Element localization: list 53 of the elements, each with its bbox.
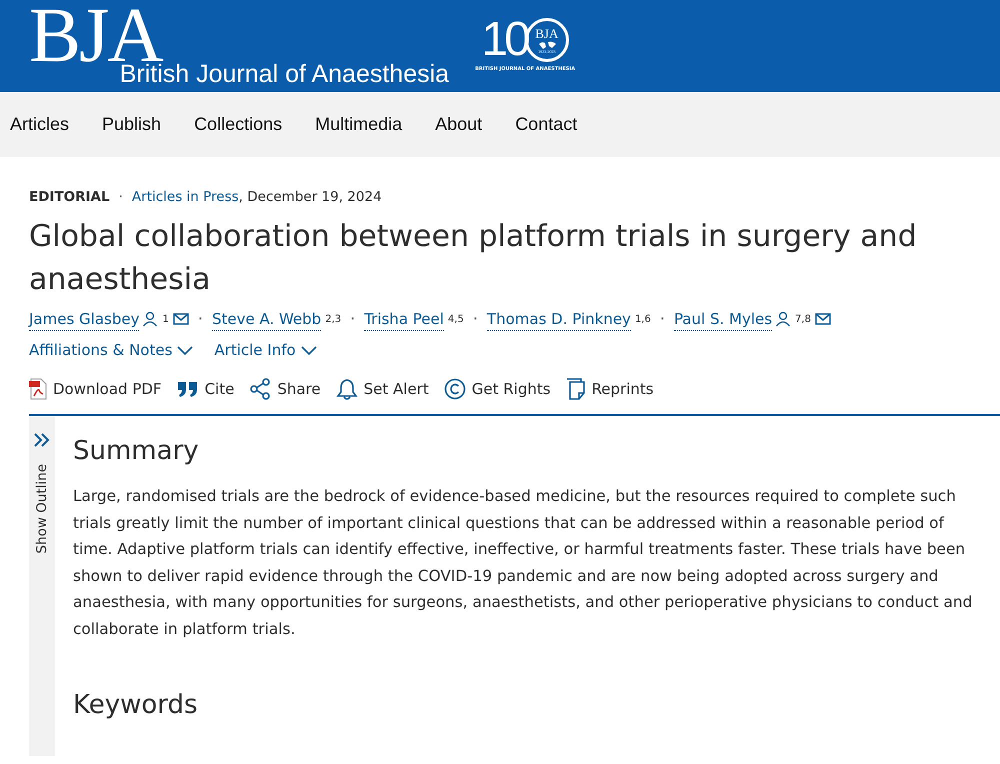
article-type: EDITORIAL — [29, 188, 110, 207]
section-heading: Keywords — [73, 690, 199, 722]
nav-link[interactable]: Publish — [102, 111, 162, 138]
copyright-icon — [444, 378, 466, 400]
author-affiliation: 1,6 — [634, 312, 651, 327]
section-heading: Summary — [73, 436, 200, 468]
journal-name: British Journal of Anaesthesia — [120, 60, 450, 90]
nav-link[interactable]: Multimedia — [315, 111, 402, 138]
pdf-icon — [29, 378, 47, 400]
publication-date: , December 19, 2024 — [238, 188, 382, 207]
show-outline-label[interactable]: Show Outline — [32, 464, 52, 554]
section-link[interactable]: Articles in Press — [132, 187, 239, 208]
quote-icon — [176, 380, 199, 398]
nav-link[interactable]: Collections — [194, 111, 282, 138]
nav-link[interactable]: Articles — [10, 111, 70, 138]
separator-dot: · — [118, 188, 123, 207]
person-icon[interactable] — [775, 311, 792, 328]
author-link[interactable]: Steve A. Webb — [212, 308, 322, 331]
nav-link[interactable]: Contact — [515, 111, 578, 138]
share-icon — [249, 378, 272, 400]
action-button[interactable]: Reprints — [566, 378, 654, 400]
action-button[interactable]: Get Rights — [444, 378, 551, 400]
separator-dot: · — [350, 308, 356, 330]
author-link[interactable]: Thomas D. Pinkney — [486, 308, 631, 331]
section-paragraph: Large, randomised trials are the bedrock of evidence-based medicine, but the resources required to complete such trials greatly limit the number of important clinical questions that can be addressed within a reasonable period of time. Adaptive platform trials can identify effective, ineffective, or harmful treatments faster. These trials have been shown to deliver rapid evidence through the COVID-19 pandemic and are now being adopted across surgery and anaesthesia, with many opportunities for surgeons, anaesthetists, and other perioperative physicians to conduct and collaborate in platform trials. — [73, 486, 974, 640]
author-link[interactable]: James Glasbey — [29, 308, 140, 331]
author-link[interactable]: Trisha Peel — [364, 308, 444, 331]
action-button[interactable]: Share — [249, 378, 321, 400]
mail-icon[interactable] — [814, 312, 831, 326]
action-button[interactable]: Set Alert — [336, 378, 429, 400]
author-affiliation: 2,3 — [325, 312, 342, 327]
author-affiliation: 7,8 — [795, 312, 811, 327]
person-icon[interactable] — [142, 311, 158, 328]
mail-icon[interactable] — [172, 312, 189, 326]
document-icon — [566, 378, 586, 400]
toggle-link[interactable]: Article Info — [214, 339, 318, 362]
site-logo[interactable]: BJABritish Journal of Anaesthesia — [29, 0, 450, 94]
toggle-link[interactable]: Affiliations & Notes — [29, 339, 194, 362]
double-chevron-icon[interactable] — [33, 432, 51, 448]
anniversary-mark: BJA — [535, 26, 558, 40]
article-title: Global collaboration between platform trials in surgery and anaesthesia — [29, 218, 918, 300]
chevron-down-icon — [176, 346, 194, 356]
author-link[interactable]: Paul S. Myles — [674, 308, 772, 331]
author-affiliation: 1 — [162, 312, 169, 327]
separator-dot: · — [660, 308, 665, 330]
nav-link[interactable]: About — [435, 111, 482, 138]
bell-icon — [336, 378, 358, 400]
chevron-down-icon — [300, 346, 318, 356]
action-button[interactable]: Download PDF — [29, 378, 162, 400]
action-button[interactable]: Cite — [176, 378, 234, 400]
separator-dot: · — [198, 308, 203, 330]
separator-dot: · — [472, 308, 478, 330]
author-affiliation: 4,5 — [448, 312, 464, 327]
